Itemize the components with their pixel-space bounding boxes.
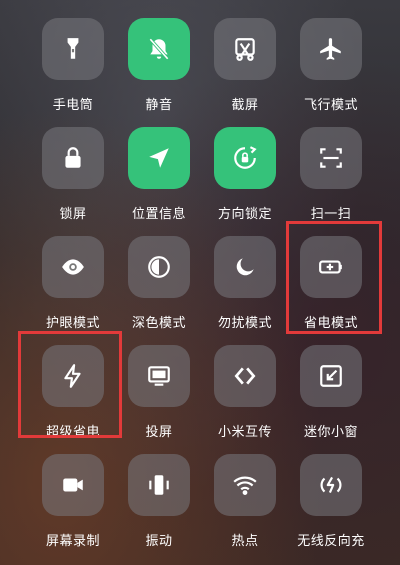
tile-airplane[interactable]: 飞行模式: [288, 18, 374, 126]
battery-saver-button[interactable]: [300, 236, 362, 298]
tile-screen-record[interactable]: 屏幕录制: [30, 454, 116, 562]
tile-do-not-disturb[interactable]: 勿扰模式: [202, 236, 288, 344]
screenshot-icon: [235, 38, 255, 61]
mute-button[interactable]: [128, 18, 190, 80]
tile-label: 护眼模式: [45, 316, 100, 331]
tile-ultra-battery-saver[interactable]: 超级省电: [30, 345, 116, 453]
reverse-charge-icon: [320, 476, 342, 494]
scan-icon: [320, 148, 342, 168]
tile-label: 投屏: [145, 425, 173, 440]
tile-reverse-charge[interactable]: 无线反向充: [288, 454, 374, 562]
tile-label: 截屏: [231, 98, 259, 113]
screen-record-button[interactable]: [42, 454, 104, 516]
mini-window-icon: [320, 365, 342, 387]
lock-screen-button[interactable]: [42, 127, 104, 189]
hotspot-button[interactable]: [214, 454, 276, 516]
location-arrow-icon: [149, 148, 169, 168]
video-record-icon: [63, 478, 83, 492]
flashlight-icon: [67, 38, 79, 59]
mini-window-button[interactable]: [300, 345, 362, 407]
dark-mode-button[interactable]: [128, 236, 190, 298]
location-button[interactable]: [128, 127, 190, 189]
tile-screenshot[interactable]: 截屏: [202, 18, 288, 126]
tile-label: 振动: [145, 534, 173, 549]
reverse-charge-button[interactable]: [300, 454, 362, 516]
tile-flashlight[interactable]: 手电筒: [30, 18, 116, 126]
tile-label: 勿扰模式: [217, 316, 272, 331]
tile-label: 静音: [145, 98, 173, 113]
tile-label: 迷你小窗: [303, 425, 358, 440]
tile-cast[interactable]: 投屏: [116, 345, 202, 453]
dark-mode-icon: [148, 256, 170, 278]
tile-label: 小米互传: [217, 425, 272, 440]
lightning-icon: [64, 364, 81, 388]
tile-label: 扫一扫: [310, 207, 352, 222]
rotation-lock-icon: [234, 146, 257, 169]
mi-share-button[interactable]: [214, 345, 276, 407]
tile-battery-saver[interactable]: 省电模式: [288, 236, 374, 344]
tile-scan[interactable]: 扫一扫: [288, 127, 374, 235]
tile-label: 深色模式: [131, 316, 186, 331]
bell-off-icon: [149, 38, 169, 60]
battery-saver-icon: [319, 260, 342, 274]
tile-hotspot[interactable]: 热点: [202, 454, 288, 562]
eye-icon: [62, 259, 84, 275]
tile-label: 无线反向充: [297, 534, 365, 549]
tile-label: 方向锁定: [217, 207, 272, 222]
tile-label: 超级省电: [45, 425, 100, 440]
hotspot-icon: [233, 476, 257, 495]
tile-dark-mode[interactable]: 深色模式: [116, 236, 202, 344]
share-transfer-icon: [234, 367, 256, 385]
tile-lock-screen[interactable]: 锁屏: [30, 127, 116, 235]
tile-vibrate[interactable]: 振动: [116, 454, 202, 562]
tile-label: 飞行模式: [303, 98, 358, 113]
lock-icon: [65, 147, 81, 168]
tile-label: 屏幕录制: [45, 534, 100, 549]
airplane-button[interactable]: [300, 18, 362, 80]
tile-rotation-lock[interactable]: 方向锁定: [202, 127, 288, 235]
control-center-panel: 手电筒 静音 截屏 飞行模式 锁屏 位置信息 方向锁定 扫一扫 护眼模式 深色模…: [0, 0, 400, 565]
tile-mi-share[interactable]: 小米互传: [202, 345, 288, 453]
rotation-lock-button[interactable]: [214, 127, 276, 189]
tile-mini-window[interactable]: 迷你小窗: [288, 345, 374, 453]
vibrate-icon: [149, 475, 169, 495]
flashlight-button[interactable]: [42, 18, 104, 80]
tile-location[interactable]: 位置信息: [116, 127, 202, 235]
do-not-disturb-button[interactable]: [214, 236, 276, 298]
cast-button[interactable]: [128, 345, 190, 407]
vibrate-button[interactable]: [128, 454, 190, 516]
tile-label: 省电模式: [303, 316, 358, 331]
tile-label: 手电筒: [52, 98, 94, 113]
tile-label: 锁屏: [59, 207, 87, 222]
screenshot-button[interactable]: [214, 18, 276, 80]
moon-icon: [236, 258, 254, 276]
eye-care-button[interactable]: [42, 236, 104, 298]
tile-label: 位置信息: [131, 207, 186, 222]
tile-eye-care[interactable]: 护眼模式: [30, 236, 116, 344]
cast-screen-icon: [148, 366, 170, 386]
ultra-battery-saver-button[interactable]: [42, 345, 104, 407]
tile-label: 热点: [231, 534, 259, 549]
tile-mute[interactable]: 静音: [116, 18, 202, 126]
scan-button[interactable]: [300, 127, 362, 189]
airplane-icon: [320, 38, 341, 60]
